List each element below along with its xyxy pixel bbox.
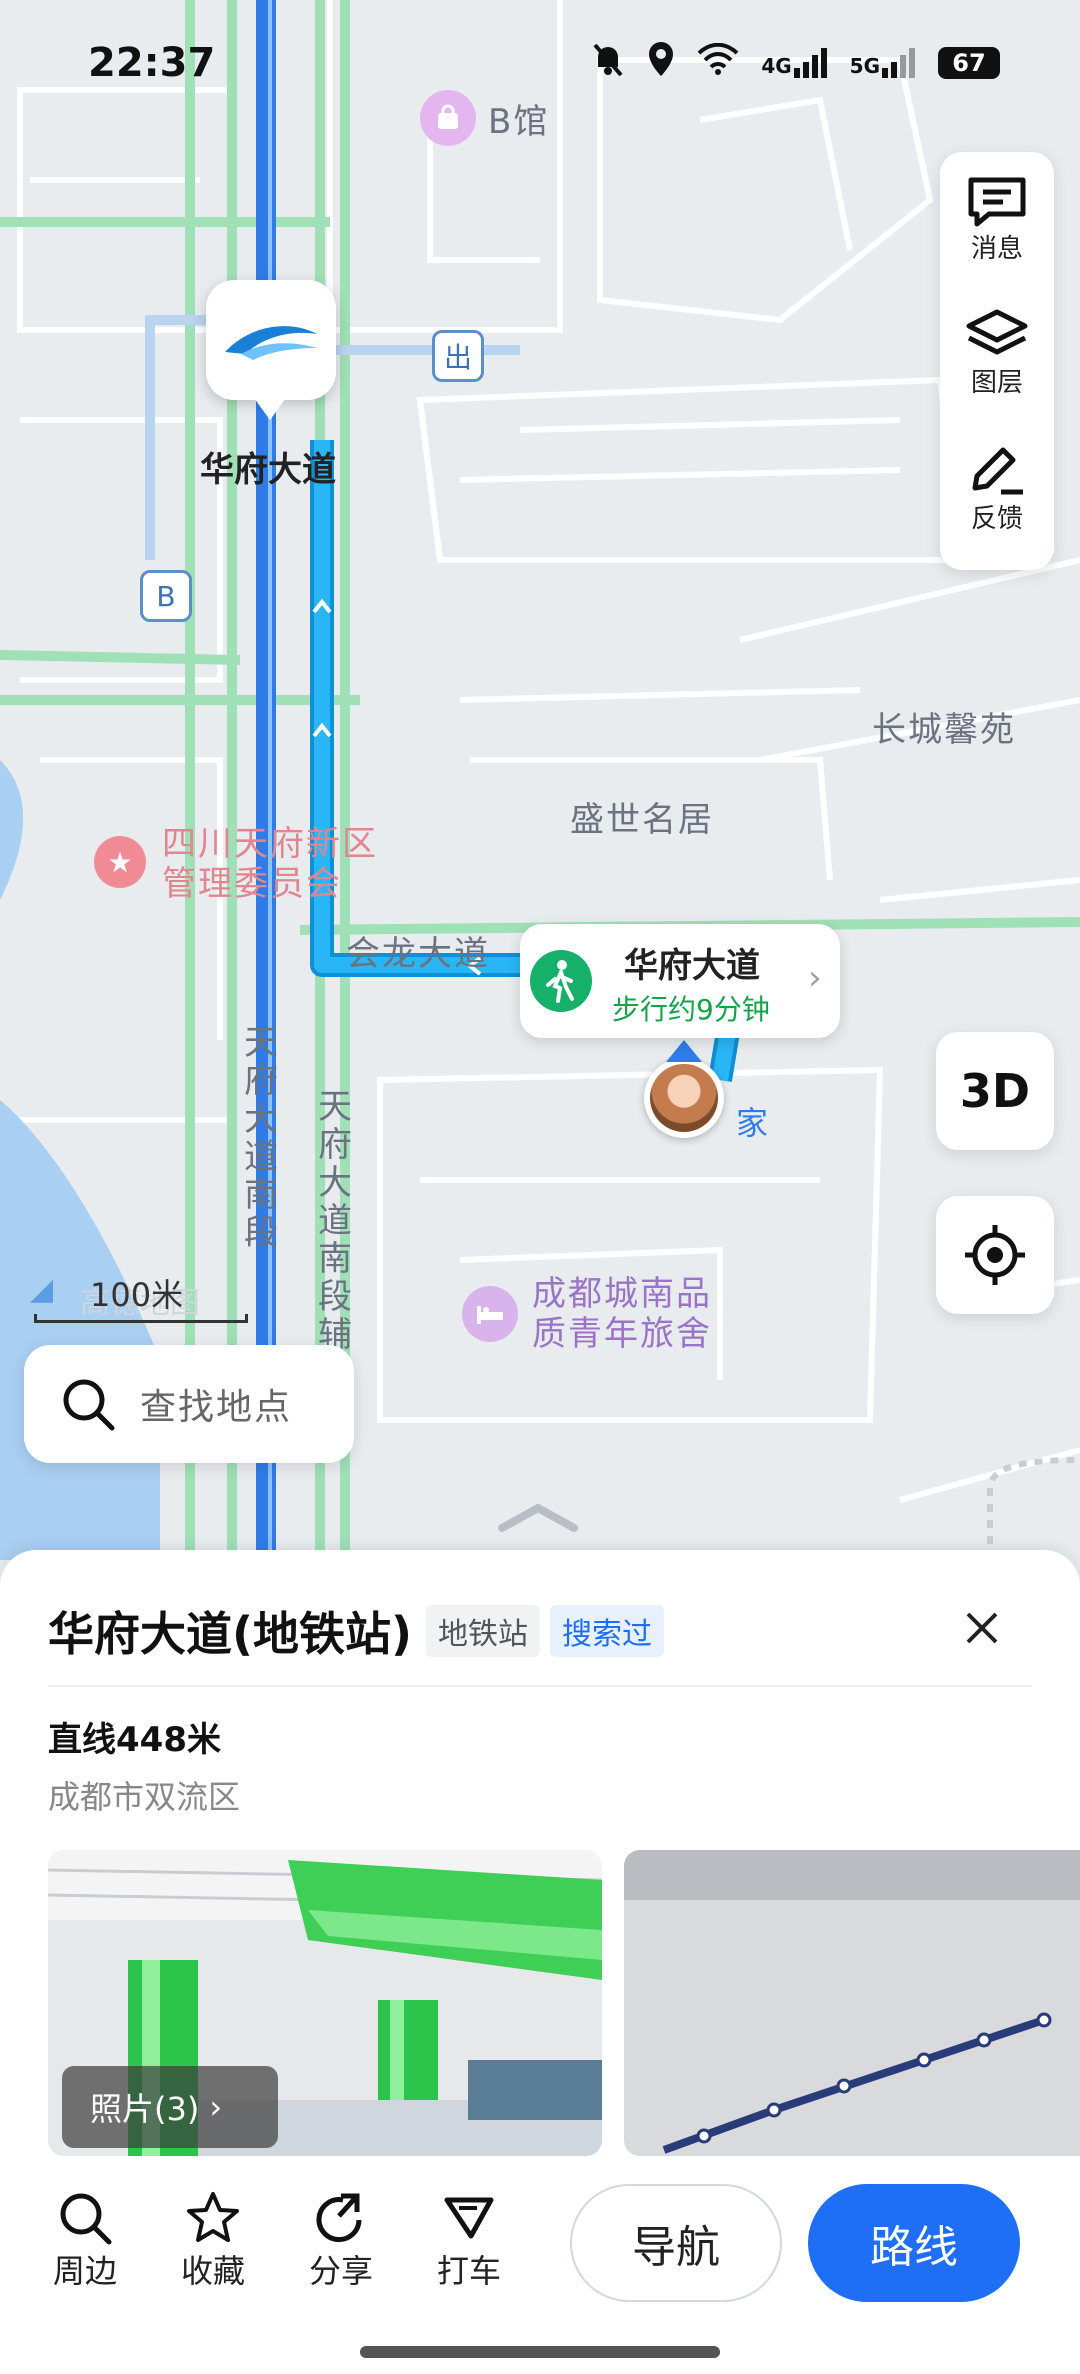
- tag-type: 地铁站: [426, 1605, 541, 1657]
- close-icon: [966, 1612, 998, 1644]
- place-title: 华府大道(地铁站): [48, 1607, 413, 1661]
- route-callout-subtitle: 步行约9分钟: [612, 993, 770, 1026]
- label-home: 家: [736, 1104, 769, 1142]
- tag-searched: 搜索过: [550, 1605, 665, 1657]
- map-view[interactable]: B馆 出 B 华府大道 长城馨苑 盛世名居 ★ 四川天府新区 管理委员会 会龙大…: [0, 0, 1080, 1560]
- place-title-row: 华府大道(地铁站) 地铁站 搜索过: [48, 1598, 665, 1664]
- expand-chevron-icon[interactable]: [496, 1500, 580, 1538]
- route-callout-title: 华府大道: [624, 946, 760, 986]
- divider: [48, 1685, 1032, 1687]
- status-icons: 4G 5G 67: [591, 40, 1000, 85]
- search-placeholder: 查找地点: [140, 1387, 293, 1428]
- share-icon: [316, 2193, 362, 2243]
- layers-label: 图层: [970, 368, 1023, 398]
- taxi-button[interactable]: 打车: [414, 2190, 524, 2292]
- photos-count-button[interactable]: 照片(3) ›: [62, 2066, 278, 2148]
- photo-1[interactable]: 照片(3) ›: [48, 1850, 602, 2156]
- route-button[interactable]: 路线: [808, 2184, 1020, 2302]
- messages-button[interactable]: 消息: [940, 174, 1054, 265]
- nearby-button[interactable]: 周边: [30, 2190, 140, 2292]
- signal-5g-icon: 5G: [849, 47, 916, 78]
- chevron-right-icon: ›: [209, 2088, 223, 2126]
- district-text: 成都市双流区: [48, 1778, 241, 1816]
- bed-glyph: [477, 1306, 503, 1324]
- battery-indicator: 67: [938, 46, 1000, 79]
- scale-label: 100米: [90, 1276, 184, 1314]
- distance-text: 直线448米: [48, 1720, 221, 1760]
- share-label: 分享: [308, 2252, 373, 2290]
- star-icon: [187, 2192, 239, 2242]
- avatar: [650, 1064, 718, 1132]
- metro-logo-icon: [225, 326, 317, 360]
- feedback-label: 反馈: [970, 504, 1023, 534]
- share-button[interactable]: 分享: [286, 2190, 396, 2292]
- station-photo-2: [624, 1850, 1080, 2156]
- favorite-button[interactable]: 收藏: [158, 2190, 268, 2292]
- exit-marker[interactable]: 出: [432, 330, 484, 382]
- user-location-marker[interactable]: [644, 1058, 724, 1138]
- photos-label: 照片(3): [90, 2090, 200, 2128]
- close-button[interactable]: [960, 1606, 1004, 1654]
- heading-arrow-icon: [666, 1040, 702, 1062]
- signal-4g-icon: 4G: [761, 47, 827, 78]
- taxi-flag-icon: [444, 2197, 494, 2239]
- feedback-button[interactable]: 反馈: [940, 444, 1054, 535]
- label-changcheng: 长城馨苑: [872, 710, 1016, 750]
- chevron-right-icon: ›: [808, 958, 822, 998]
- search-icon: [63, 1379, 115, 1431]
- metro-station-pin[interactable]: [206, 280, 336, 400]
- edit-pen-icon: [972, 447, 1023, 495]
- scale-bar: [34, 1314, 248, 1323]
- search-icon: [60, 2193, 112, 2245]
- bottom-action-bar: 周边 收藏 分享 打车 导航 路线: [0, 2158, 1080, 2374]
- 3d-view-button[interactable]: 3D: [936, 1032, 1054, 1150]
- home-indicator: [360, 2346, 720, 2358]
- layers-button[interactable]: 图层: [940, 308, 1054, 399]
- wifi-icon: [697, 42, 739, 82]
- messages-label: 消息: [970, 234, 1023, 264]
- photo-2[interactable]: [624, 1850, 1080, 2156]
- search-box[interactable]: 查找地点: [24, 1345, 354, 1463]
- route-callout[interactable]: 华府大道 步行约9分钟 ›: [520, 924, 840, 1038]
- nearby-label: 周边: [52, 2252, 117, 2290]
- bus-stop-marker[interactable]: B: [140, 570, 192, 622]
- taxi-label: 打车: [436, 2252, 501, 2290]
- pin-pointer: [254, 398, 286, 420]
- label-admin: 四川天府新区 管理委员会: [162, 824, 378, 904]
- layers-icon: [966, 309, 1028, 355]
- station-pin-label: 华府大道: [200, 450, 336, 490]
- status-time: 22:37: [88, 40, 216, 86]
- location-icon: [647, 40, 675, 85]
- crosshair-icon: [965, 1225, 1025, 1285]
- amap-logo-icon: ◢: [30, 1272, 54, 1307]
- net1-label: 4G: [761, 53, 792, 78]
- status-bar: 22:37 4G 5G 67: [0, 0, 1080, 140]
- walk-icon: [530, 950, 592, 1012]
- favorite-label: 收藏: [180, 2252, 245, 2290]
- label-tianfu-nan: 天府大道南段: [244, 1023, 280, 1253]
- net2-label: 5G: [849, 53, 880, 78]
- locate-button[interactable]: [936, 1196, 1054, 1314]
- map-tools-panel: 消息 图层 反馈: [940, 152, 1054, 570]
- label-hostel: 成都城南品 质青年旅舍: [532, 1274, 712, 1354]
- hotel-icon[interactable]: [462, 1286, 518, 1342]
- government-icon[interactable]: ★: [94, 836, 146, 888]
- label-huilong: 会龙大道: [346, 934, 490, 974]
- label-shengshi: 盛世名居: [570, 800, 714, 840]
- mute-bell-icon: [591, 41, 625, 84]
- navigate-button[interactable]: 导航: [570, 2184, 782, 2302]
- message-icon: [968, 177, 1026, 227]
